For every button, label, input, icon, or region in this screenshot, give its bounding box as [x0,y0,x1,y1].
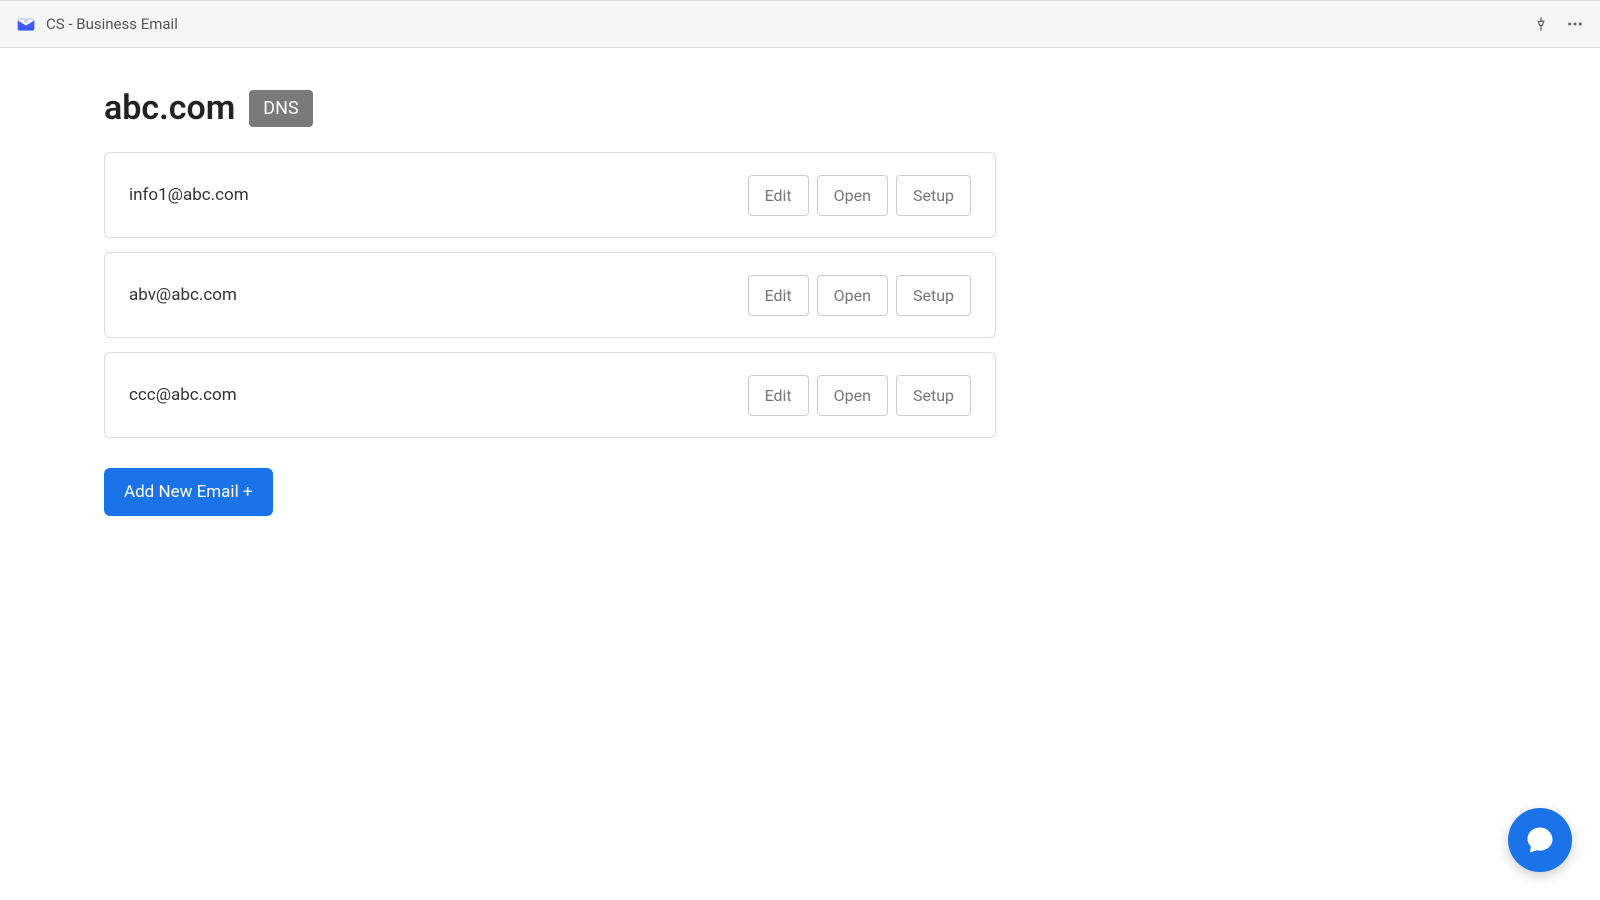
setup-button[interactable]: Setup [896,275,971,316]
email-card: abv@abc.com Edit Open Setup [104,252,996,338]
domain-heading: abc.com DNS [104,88,996,128]
mail-icon [16,14,36,34]
setup-button[interactable]: Setup [896,375,971,416]
edit-button[interactable]: Edit [748,175,809,216]
domain-title: abc.com [104,88,235,128]
email-address: ccc@abc.com [129,385,237,405]
main-content: abc.com DNS info1@abc.com Edit Open Setu… [0,48,1100,556]
dns-badge[interactable]: DNS [249,90,312,127]
open-button[interactable]: Open [817,275,888,316]
top-bar: CS - Business Email [0,0,1600,48]
card-actions: Edit Open Setup [748,375,971,416]
chat-bubble-button[interactable] [1508,808,1572,872]
open-button[interactable]: Open [817,175,888,216]
card-actions: Edit Open Setup [748,275,971,316]
top-bar-left: CS - Business Email [16,14,178,34]
setup-button[interactable]: Setup [896,175,971,216]
top-bar-right [1532,15,1584,33]
app-title: CS - Business Email [46,15,178,33]
open-button[interactable]: Open [817,375,888,416]
more-icon[interactable] [1566,15,1584,33]
email-address: abv@abc.com [129,285,237,305]
edit-button[interactable]: Edit [748,275,809,316]
email-card: ccc@abc.com Edit Open Setup [104,352,996,438]
card-actions: Edit Open Setup [748,175,971,216]
email-card: info1@abc.com Edit Open Setup [104,152,996,238]
email-address: info1@abc.com [129,185,249,205]
chat-icon [1525,825,1555,855]
edit-button[interactable]: Edit [748,375,809,416]
pin-icon[interactable] [1532,15,1550,33]
add-new-email-button[interactable]: Add New Email + [104,468,273,516]
